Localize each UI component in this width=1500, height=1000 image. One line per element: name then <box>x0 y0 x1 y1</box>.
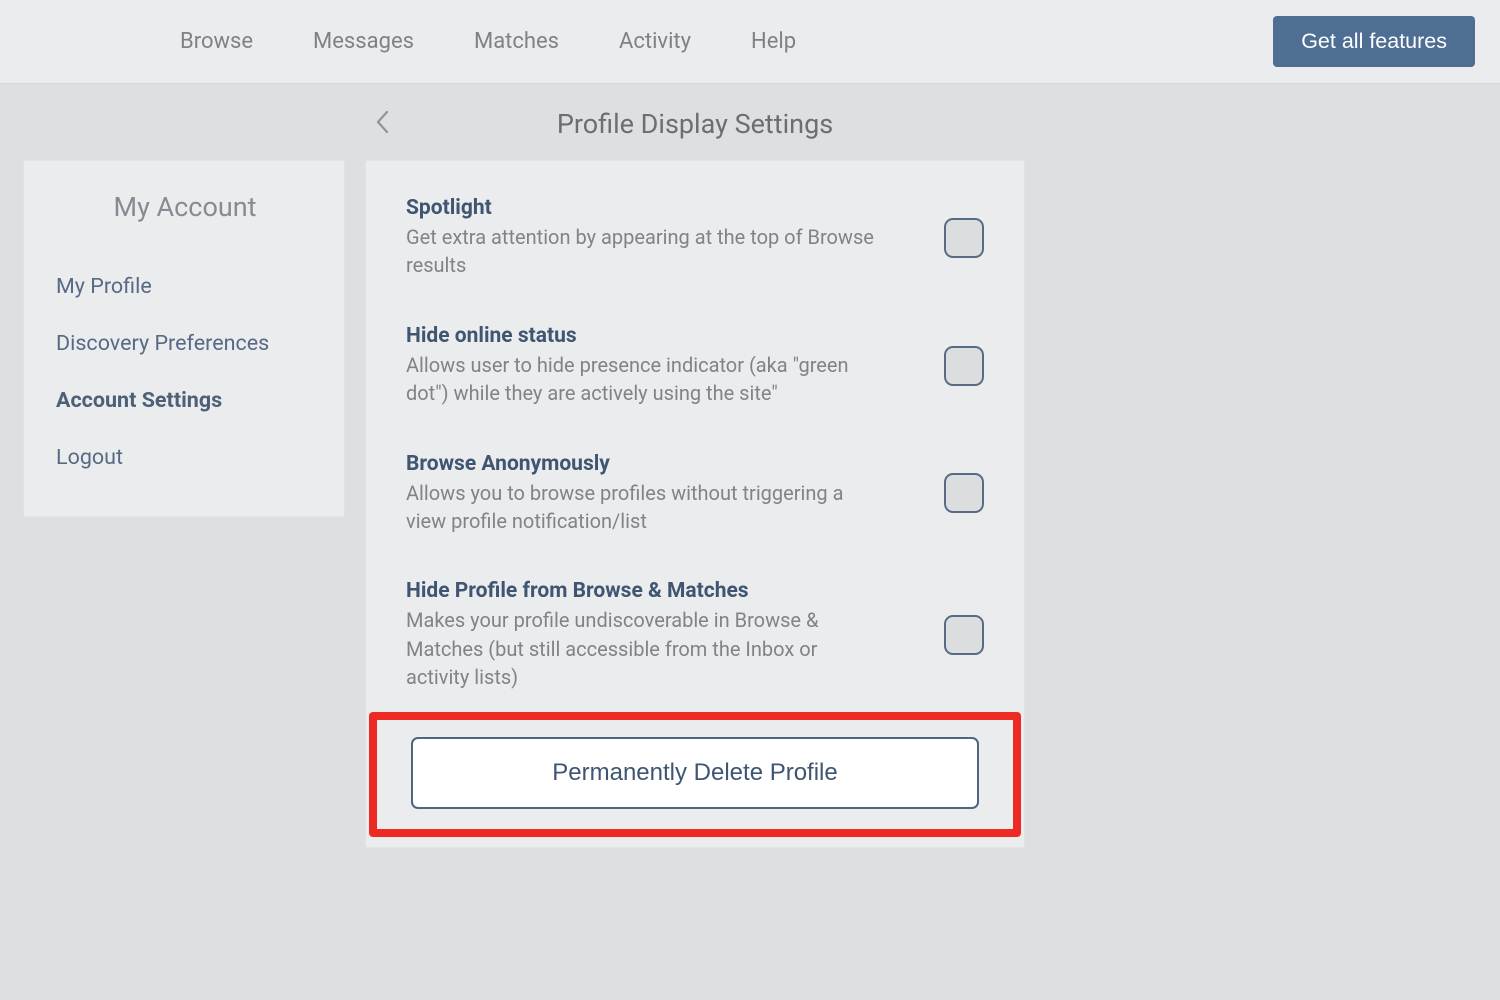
content-wrap: My Account My Profile Discovery Preferen… <box>0 160 1500 848</box>
hide-profile-checkbox[interactable] <box>944 615 984 655</box>
setting-desc: Makes your profile undiscoverable in Bro… <box>406 606 874 691</box>
setting-desc: Allows you to browse profiles without tr… <box>406 479 874 536</box>
setting-desc: Get extra attention by appearing at the … <box>406 223 874 280</box>
account-sidebar: My Account My Profile Discovery Preferen… <box>23 160 345 517</box>
setting-title: Hide Profile from Browse & Matches <box>406 579 874 603</box>
setting-text: Hide Profile from Browse & Matches Makes… <box>406 579 874 691</box>
top-navigation: Browse Messages Matches Activity Help Ge… <box>0 0 1500 84</box>
back-icon[interactable] <box>375 110 389 139</box>
settings-panel: Spotlight Get extra attention by appeari… <box>365 160 1025 848</box>
setting-title: Spotlight <box>406 196 874 220</box>
page-header: Profile Display Settings <box>365 84 1025 160</box>
nav-messages[interactable]: Messages <box>313 29 414 54</box>
setting-browse-anonymously: Browse Anonymously Allows you to browse … <box>406 452 984 536</box>
nav-matches[interactable]: Matches <box>474 29 559 54</box>
hide-online-status-checkbox[interactable] <box>944 346 984 386</box>
delete-highlight-box: Permanently Delete Profile <box>369 712 1021 837</box>
setting-spotlight: Spotlight Get extra attention by appeari… <box>406 196 984 280</box>
nav-links: Browse Messages Matches Activity Help <box>180 29 796 54</box>
setting-text: Browse Anonymously Allows you to browse … <box>406 452 874 536</box>
sidebar-title: My Account <box>56 191 314 223</box>
nav-help[interactable]: Help <box>751 29 796 54</box>
setting-hide-online-status: Hide online status Allows user to hide p… <box>406 324 984 408</box>
setting-title: Browse Anonymously <box>406 452 874 476</box>
setting-text: Hide online status Allows user to hide p… <box>406 324 874 408</box>
setting-desc: Allows user to hide presence indicator (… <box>406 351 874 408</box>
setting-hide-profile: Hide Profile from Browse & Matches Makes… <box>406 579 984 691</box>
permanently-delete-profile-button[interactable]: Permanently Delete Profile <box>411 737 979 809</box>
setting-text: Spotlight Get extra attention by appeari… <box>406 196 874 280</box>
page-title: Profile Display Settings <box>365 108 1025 140</box>
nav-browse[interactable]: Browse <box>180 29 253 54</box>
sidebar-item-discovery-preferences[interactable]: Discovery Preferences <box>56 315 314 372</box>
sidebar-item-logout[interactable]: Logout <box>56 429 314 486</box>
setting-title: Hide online status <box>406 324 874 348</box>
spotlight-checkbox[interactable] <box>944 218 984 258</box>
sidebar-item-my-profile[interactable]: My Profile <box>56 258 314 315</box>
get-all-features-button[interactable]: Get all features <box>1273 16 1475 67</box>
sidebar-item-account-settings[interactable]: Account Settings <box>56 372 314 429</box>
browse-anonymously-checkbox[interactable] <box>944 473 984 513</box>
nav-activity[interactable]: Activity <box>619 29 691 54</box>
